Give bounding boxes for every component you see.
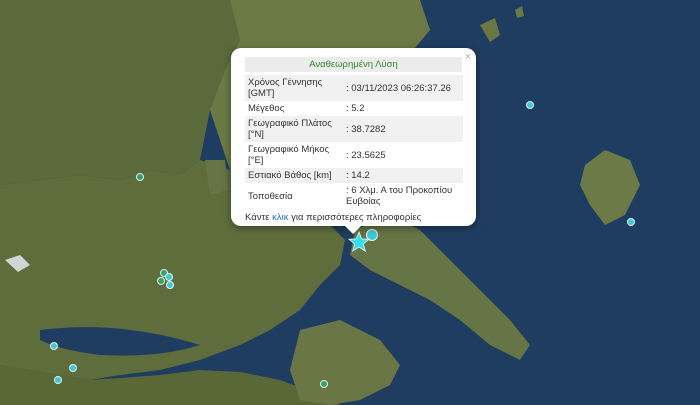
row-value: : 38.7282 <box>343 116 463 142</box>
table-row: Μέγεθος : 5.2 <box>245 101 463 116</box>
row-value: : 23.5625 <box>346 149 386 161</box>
earthquake-marker[interactable] <box>136 173 144 181</box>
earthquake-marker[interactable] <box>69 364 77 372</box>
earthquake-marker[interactable] <box>157 277 165 285</box>
row-value: : 5.2 <box>346 103 365 114</box>
map-view[interactable]: × Αναθεωρημένη Λύση Χρόνος Γέννησης [GMT… <box>0 0 700 405</box>
row-label: Μέγεθος <box>248 103 285 114</box>
table-row: Εστιακό Βάθος [km] : 14.2 <box>245 168 463 183</box>
event-info-popup: × Αναθεωρημένη Λύση Χρόνος Γέννησης [GMT… <box>231 48 476 234</box>
row-label: Γεωγραφικό Μήκος [°E] <box>248 144 330 166</box>
row-label: Εστιακό Βάθος [km] <box>245 168 343 183</box>
footer-prefix: Κάντε <box>245 212 273 223</box>
table-row: Γεωγραφικό Πλάτος [°N] : 38.7282 <box>245 116 463 142</box>
popup-title: Αναθεωρημένη Λύση <box>245 57 462 72</box>
footer-suffix: για περισσότερες πληροφορίες <box>288 212 422 223</box>
earthquake-marker[interactable] <box>526 101 534 109</box>
row-label: Γεωγραφικό Πλάτος [°N] <box>245 116 343 142</box>
row-value: : 14.2 <box>343 168 463 183</box>
more-info-text: Κάντε κλικ για περισσότερες πληροφορίες <box>245 212 462 223</box>
table-row: Τοποθεσία : 6 Χλμ. Α του Προκοπίου Ευβοί… <box>245 183 463 209</box>
earthquake-marker[interactable] <box>320 380 328 388</box>
row-label: Χρόνος Γέννησης [GMT] <box>245 75 343 101</box>
earthquake-marker[interactable] <box>50 342 58 350</box>
row-value: : 03/11/2023 06:26:37.26 <box>343 75 463 101</box>
earthquake-marker[interactable] <box>166 281 174 289</box>
close-icon[interactable]: × <box>465 51 471 63</box>
earthquake-marker[interactable] <box>54 376 62 384</box>
row-value: : 6 Χλμ. Α του Προκοπίου Ευβοίας <box>346 185 453 207</box>
more-info-link[interactable]: κλικ <box>272 212 288 223</box>
star-icon[interactable] <box>348 231 370 253</box>
table-row: Γεωγραφικό Μήκος [°E] : 23.5625 <box>245 142 463 168</box>
row-label: Τοποθεσία <box>248 190 293 202</box>
event-details-table: Χρόνος Γέννησης [GMT] : 03/11/2023 06:26… <box>245 75 463 209</box>
table-row: Χρόνος Γέννησης [GMT] : 03/11/2023 06:26… <box>245 75 463 101</box>
earthquake-marker[interactable] <box>165 273 173 281</box>
earthquake-marker[interactable] <box>627 218 635 226</box>
